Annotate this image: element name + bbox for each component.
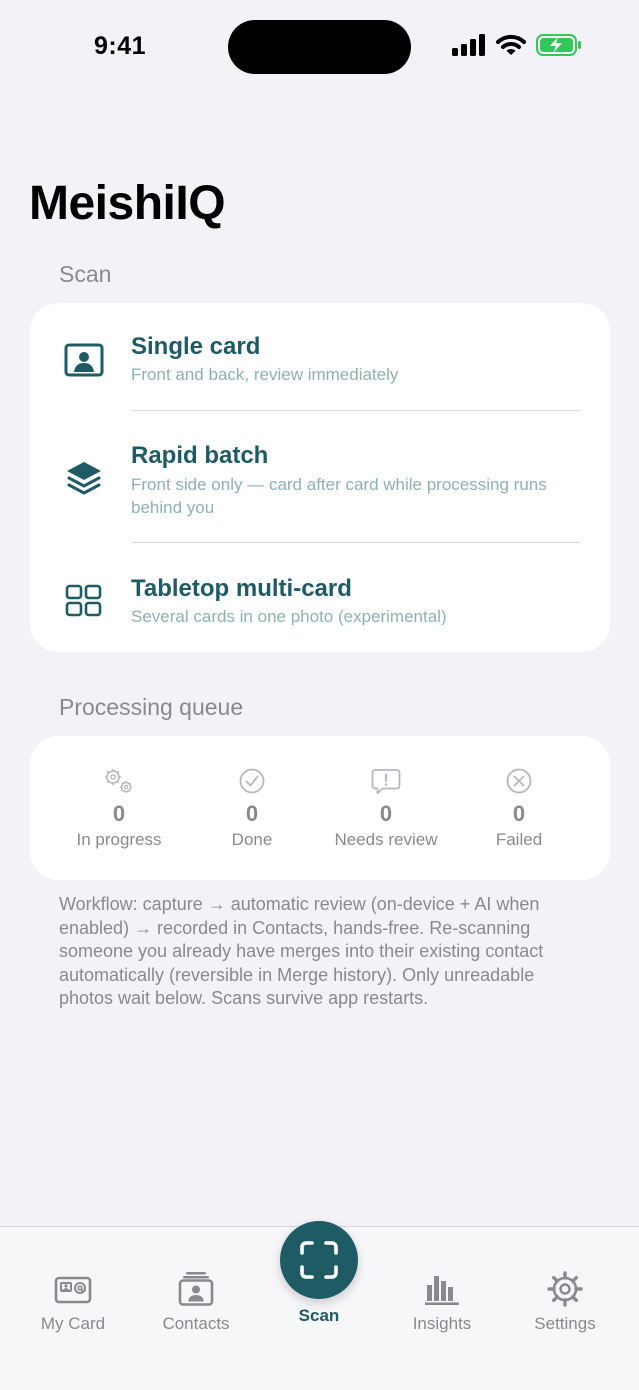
grid-icon [65,584,102,617]
tab-scan-label: Scan [298,1306,340,1325]
rapid-batch-title: Rapid batch [131,442,269,469]
status-icons [452,34,582,56]
workflow-description: Workflow: capture → automatic review (on… [59,894,544,1008]
contacts-icon [178,1272,214,1306]
single-card-title: Single card [131,333,261,360]
in-progress-label: In progress [76,830,162,849]
portrait-card-icon [64,343,104,377]
stat-needs-review: 0 Needs review [316,736,456,880]
done-label: Done [231,830,273,849]
stack-layers-icon [67,462,101,495]
battery-charging-icon [536,34,581,56]
single-card-subtitle: Front and back, review immediately [131,365,399,384]
checkmark-circle-icon [239,768,265,794]
tabletop-subtitle: Several cards in one photo (experimental… [131,607,447,626]
stat-failed: 0 Failed [449,736,589,880]
scan-option-tabletop-multi-card[interactable]: Tabletop multi-card Several cards in one… [30,543,610,652]
in-progress-count: 0 [112,801,126,826]
scan-option-rapid-batch[interactable]: Rapid batch Front side only — card after… [30,411,610,543]
tab-contacts[interactable]: Contacts [136,1227,256,1347]
x-circle-icon [506,768,532,794]
tab-settings-label: Settings [534,1314,596,1333]
scan-tab-button[interactable] [280,1221,358,1299]
failed-label: Failed [495,830,543,849]
needs-review-count: 0 [379,801,393,826]
scan-option-single-card[interactable]: Single card Front and back, review immed… [30,303,610,411]
tab-insights[interactable]: Insights [382,1227,502,1347]
exclamation-bubble-icon [371,769,401,794]
tab-settings[interactable]: Settings [505,1227,625,1347]
app-title: MeishiIQ [29,177,226,230]
dynamic-island [228,20,411,74]
done-count: 0 [245,801,259,826]
id-card-icon [54,1276,92,1304]
stat-done: 0 Done [182,736,322,880]
bar-chart-icon [425,1276,459,1305]
rapid-batch-subtitle: Front side only — card after card while … [131,475,547,517]
tab-insights-label: Insights [412,1314,472,1333]
gear-icon [547,1271,583,1307]
tabletop-title: Tabletop multi-card [131,575,352,602]
failed-count: 0 [512,801,526,826]
stat-in-progress: 0 In progress [49,736,189,880]
gears-icon [105,769,132,793]
scan-frame-icon [300,1241,338,1279]
status-bar: 9:41 [0,0,639,96]
needs-review-label: Needs review [334,830,438,849]
cellular-signal-icon [452,34,485,56]
scan-options-card: Single card Front and back, review immed… [30,303,610,652]
scan-section-header: Scan [59,261,112,287]
wifi-icon [496,34,526,55]
tab-my-card-label: My Card [40,1314,106,1333]
processing-queue-card: 0 In progress 0 Done 0 Needs review 0 Fa… [30,736,610,880]
tab-contacts-label: Contacts [162,1314,230,1333]
status-time: 9:41 [94,32,147,60]
tab-my-card[interactable]: My Card [13,1227,133,1347]
queue-section-header: Processing queue [59,694,244,720]
